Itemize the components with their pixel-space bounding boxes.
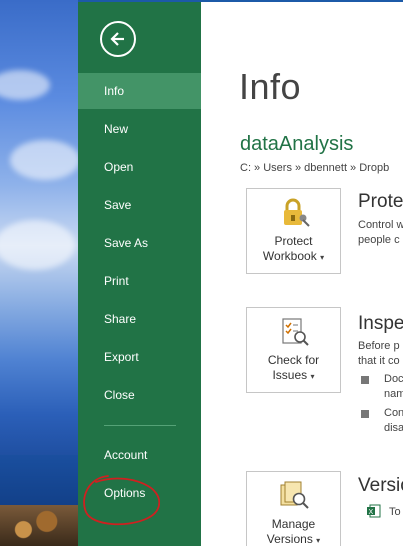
protect-description-line: people c — [358, 234, 400, 246]
nav-item-options[interactable]: Options — [78, 475, 201, 511]
nav-item-close[interactable]: Close — [78, 377, 201, 413]
document-path[interactable]: C: » Users » dbennett » Dropb — [240, 162, 389, 174]
nav-item-save-as[interactable]: Save As — [78, 225, 201, 261]
manage-versions-button[interactable]: Manage Versions ▾ — [246, 471, 341, 546]
inspect-bullet-line: disa — [384, 422, 403, 434]
nav-item-label: Share — [104, 312, 137, 326]
nav-item-label: Options — [104, 486, 146, 500]
nav-item-account[interactable]: Account — [78, 437, 201, 473]
backstage-nav: Info New Open Save Save As Print Share E… — [78, 2, 201, 546]
versions-search-icon — [280, 481, 309, 509]
dropdown-caret-icon: ▾ — [316, 536, 321, 545]
nav-item-label: Print — [104, 274, 129, 288]
nav-item-label: Open — [104, 160, 134, 174]
desktop-wallpaper — [0, 0, 78, 546]
inspect-bullet-line: nam — [384, 388, 403, 400]
bullet-icon — [361, 410, 369, 418]
check-for-issues-button[interactable]: Check for Issues ▾ — [246, 307, 341, 393]
inspect-bullet-line: Doc — [384, 373, 403, 385]
tile-label-line2: Workbook — [262, 249, 317, 263]
bullet-icon — [361, 376, 369, 384]
protect-workbook-button[interactable]: Protect Workbook ▾ — [246, 188, 341, 274]
tile-label-line1: Manage — [271, 517, 316, 531]
tile-label-line1: Check for — [267, 353, 320, 367]
back-button[interactable] — [100, 21, 136, 57]
svg-text:X: X — [369, 509, 374, 516]
inspect-bullet-line: Con — [384, 407, 403, 419]
lock-key-icon — [283, 198, 310, 227]
checklist-search-icon — [281, 318, 309, 346]
document-name: dataAnalysis — [240, 133, 354, 155]
inspect-heading: Inspe — [358, 313, 403, 334]
version-entry[interactable]: To — [389, 505, 401, 520]
nav-item-label: Export — [104, 350, 139, 364]
tile-label-line2: Versions — [266, 532, 313, 546]
inspect-description-line: Before p — [358, 340, 400, 352]
nav-divider — [104, 425, 176, 426]
back-arrow-icon — [110, 32, 124, 46]
excel-file-icon: X — [367, 504, 381, 518]
info-panel: Info dataAnalysis C: » Users » dbennett … — [201, 2, 403, 546]
tile-label-line2: Issues — [272, 368, 308, 382]
tile-label-line1: Protect — [274, 234, 313, 248]
nav-item-label: Save — [104, 198, 132, 212]
dropdown-caret-icon: ▾ — [320, 253, 325, 262]
nav-item-print[interactable]: Print — [78, 263, 201, 299]
inspect-description-line: that it co — [358, 355, 400, 367]
protect-description-line: Control w — [358, 219, 403, 231]
nav-item-export[interactable]: Export — [78, 339, 201, 375]
nav-item-open[interactable]: Open — [78, 149, 201, 185]
page-title: Info — [239, 66, 302, 107]
nav-item-info[interactable]: Info — [78, 73, 201, 109]
nav-item-share[interactable]: Share — [78, 301, 201, 337]
nav-item-save[interactable]: Save — [78, 187, 201, 223]
nav-item-label: Close — [104, 388, 135, 402]
nav-item-label: Account — [104, 448, 148, 462]
nav-item-new[interactable]: New — [78, 111, 201, 147]
protect-heading: Protec — [358, 191, 403, 212]
nav-item-label: Save As — [104, 236, 149, 250]
dropdown-caret-icon: ▾ — [310, 372, 315, 381]
nav-item-label: New — [104, 122, 129, 136]
nav-item-label: Info — [104, 84, 125, 98]
versions-heading: Versio — [358, 475, 403, 496]
